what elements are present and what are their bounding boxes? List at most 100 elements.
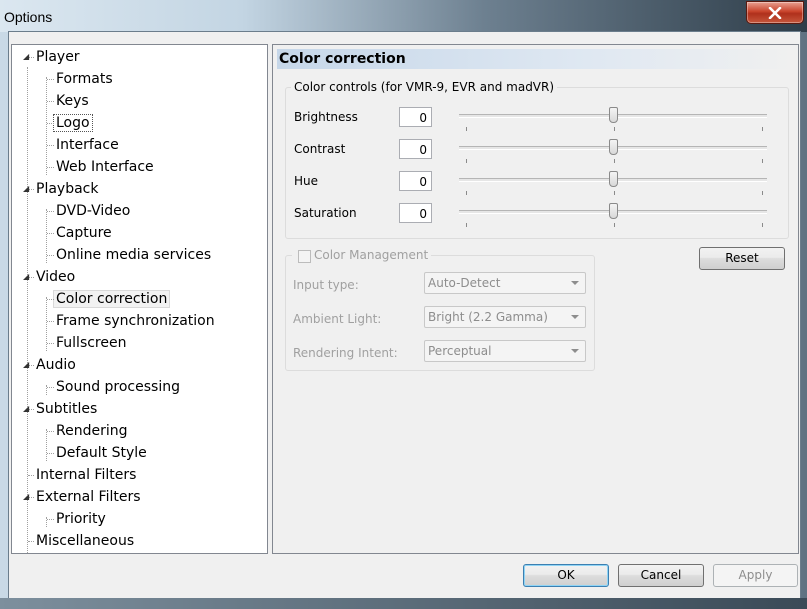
tree-item-label: Rendering [56, 423, 128, 439]
tree-connector [46, 429, 47, 461]
tree-item[interactable]: Player [34, 47, 82, 67]
chevron-down-icon [571, 349, 579, 353]
expanded-triangle-icon[interactable]: ◢ [23, 185, 31, 193]
hue-label: Hue [294, 174, 319, 188]
dialog-client-area: Player ◢ Formats Keys Logo Interface Web Inter… [8, 31, 801, 600]
taskbar-edge [0, 598, 807, 609]
ambient-light-value: Bright (2.2 Gamma) [428, 310, 548, 324]
tree-item[interactable]: Audio [34, 355, 78, 375]
title-bar[interactable]: Options [0, 0, 807, 32]
brightness-value[interactable]: 0 [399, 107, 432, 127]
tree-item[interactable]: Keys [54, 91, 91, 111]
tree-connector [47, 343, 54, 344]
tree-item[interactable]: Web Interface [54, 157, 156, 177]
color-management-checkbox[interactable] [298, 250, 311, 263]
tree-item-label: Sound processing [56, 379, 180, 395]
chevron-down-icon [571, 281, 579, 285]
slider-tick [466, 127, 467, 131]
tree-item[interactable]: Miscellaneous [34, 531, 136, 551]
tree-item-label: Internal Filters [36, 467, 137, 483]
tree-item-label: Subtitles [36, 401, 98, 417]
hue-value[interactable]: 0 [399, 171, 432, 191]
expanded-triangle-icon[interactable]: ◢ [23, 361, 31, 369]
expanded-triangle-icon[interactable]: ◢ [23, 405, 31, 413]
tree-item[interactable]: Interface [54, 135, 121, 155]
close-icon [768, 6, 782, 19]
tree-item-label: Web Interface [56, 159, 154, 175]
slider-thumb[interactable] [609, 107, 618, 123]
slider-tick [614, 223, 615, 227]
tree-item[interactable]: Default Style [54, 443, 149, 463]
saturation-value[interactable]: 0 [399, 203, 432, 223]
tree-item-label: Formats [56, 71, 113, 87]
tree-connector [27, 67, 28, 553]
slider-thumb[interactable] [609, 203, 618, 219]
input-type-select[interactable]: Auto-Detect [424, 272, 586, 294]
tree-connector [28, 541, 34, 542]
slider-thumb[interactable] [609, 171, 618, 187]
brightness-label: Brightness [294, 110, 358, 124]
tree-connector [47, 167, 54, 168]
tree-item-label: Interface [56, 137, 119, 153]
tree-connector [47, 387, 54, 388]
chevron-down-icon [571, 315, 579, 319]
tree-item-label: Keys [56, 93, 89, 109]
hue-slider[interactable] [459, 171, 769, 201]
tree-item[interactable]: DVD-Video [54, 201, 132, 221]
input-type-value: Auto-Detect [428, 276, 501, 290]
input-type-label: Input type: [293, 278, 359, 292]
brightness-slider[interactable] [459, 107, 769, 137]
tree-item-label: External Filters [36, 489, 141, 505]
slider-tick [466, 223, 467, 227]
tree-item[interactable]: Color correction [52, 289, 171, 309]
tree-item[interactable]: Logo [53, 113, 93, 133]
tree-item[interactable]: Internal Filters [34, 465, 138, 485]
tree-item[interactable]: Formats [54, 69, 115, 89]
tree-connector [47, 145, 54, 146]
tree-item[interactable]: Online media services [54, 245, 213, 265]
tree-connector [47, 101, 54, 102]
tree-item[interactable]: Sound processing [54, 377, 182, 397]
slider-tick [762, 159, 763, 163]
tree-item-label: Online media services [56, 247, 212, 263]
slider-tick [466, 159, 467, 163]
rendering-intent-select[interactable]: Perceptual [424, 340, 586, 362]
expanded-triangle-icon[interactable]: ◢ [23, 53, 31, 61]
slider-tick [614, 191, 615, 195]
slider-tick [762, 191, 763, 195]
tree-item-label: Priority [56, 511, 106, 527]
tree-item[interactable]: Playback [34, 179, 100, 199]
options-tree[interactable]: Player ◢ Formats Keys Logo Interface Web Inter… [11, 44, 268, 554]
tree-connector [47, 321, 54, 322]
tree-connector [47, 299, 54, 300]
tree-item[interactable]: External Filters [34, 487, 143, 507]
slider-tick [466, 191, 467, 195]
tree-item[interactable]: Frame synchronization [54, 311, 217, 331]
color-management-legend: Color Management [292, 248, 432, 262]
expanded-triangle-icon[interactable]: ◢ [23, 493, 31, 501]
tree-item[interactable]: Subtitles [34, 399, 99, 419]
slider-tick [614, 159, 615, 163]
tree-item[interactable]: Fullscreen [54, 333, 128, 353]
tree-item-label: Frame synchronization [56, 313, 215, 329]
cancel-button[interactable]: Cancel [618, 564, 704, 587]
apply-button[interactable]: Apply [713, 564, 798, 587]
contrast-slider[interactable] [459, 139, 769, 169]
reset-button[interactable]: Reset [699, 247, 785, 270]
ok-button[interactable]: OK [523, 564, 609, 587]
expanded-triangle-icon[interactable]: ◢ [23, 273, 31, 281]
window-title: Options [4, 9, 53, 25]
tree-item[interactable]: Rendering [54, 421, 130, 441]
contrast-value[interactable]: 0 [399, 139, 432, 159]
ambient-light-select[interactable]: Bright (2.2 Gamma) [424, 306, 586, 328]
tree-item[interactable]: Capture [54, 223, 114, 243]
saturation-slider[interactable] [459, 203, 769, 233]
slider-thumb[interactable] [609, 139, 618, 155]
tree-item-label: Miscellaneous [36, 533, 135, 549]
close-button[interactable] [746, 1, 804, 24]
tree-item-label: Capture [56, 225, 112, 241]
tree-item-label: Audio [36, 357, 76, 373]
tree-item[interactable]: Priority [54, 509, 108, 529]
settings-page: Color correction Color controls (for VMR… [272, 44, 799, 554]
tree-item[interactable]: Video [34, 267, 77, 287]
